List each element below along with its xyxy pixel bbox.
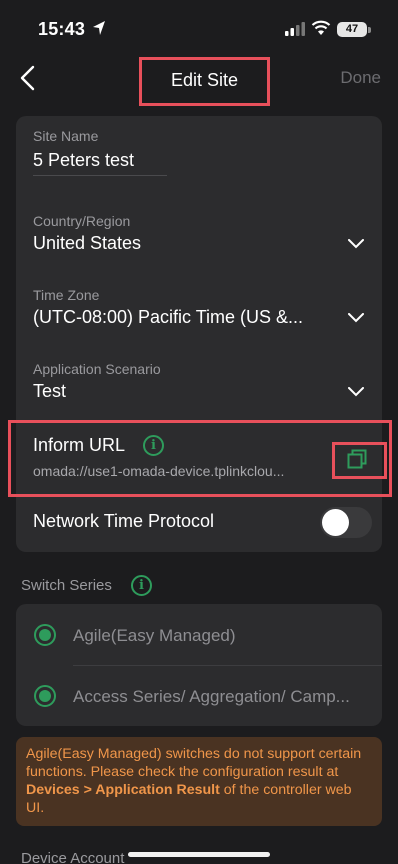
device-account-label: Device Account [21,850,125,864]
country-label: Country/Region [33,213,131,229]
ntp-toggle[interactable] [320,507,372,538]
warning-banner: Agile(Easy Managed) switches do not supp… [16,737,382,826]
info-icon[interactable]: i [131,575,152,596]
inform-url-title: Inform URL [33,435,126,455]
radio-label-agile: Agile(Easy Managed) [73,626,236,645]
inform-url-value: omada://use1-omada-device.tplinkclou... [33,463,285,479]
location-arrow-icon [93,21,105,35]
switch-series-card: Agile(Easy Managed) Access Series/ Aggre… [16,604,382,726]
scenario-label: Application Scenario [33,361,161,377]
toggle-knob [322,509,349,536]
ntp-label: Network Time Protocol [33,511,215,531]
site-name-input[interactable]: 5 Peters test [33,150,134,171]
radio-dot [39,690,51,702]
chevron-down-icon[interactable] [348,387,364,397]
switch-series-title: Switch Series [21,577,112,594]
home-indicator[interactable] [128,852,270,857]
warning-link: Devices > Application Result [26,782,220,798]
site-name-label: Site Name [33,128,99,144]
signal-icon [285,22,305,36]
back-chevron-icon[interactable] [18,65,40,91]
warning-text-1: Agile(Easy Managed) switches do not supp… [26,746,362,780]
radio-label-access: Access Series/ Aggregation/ Camp... [73,687,350,706]
done-button[interactable]: Done [340,68,381,88]
radio-access[interactable] [34,685,56,707]
wifi-icon [311,20,331,35]
radio-agile[interactable] [34,624,56,646]
radio-dot [39,629,51,641]
divider [73,665,382,666]
chevron-down-icon[interactable] [348,239,364,249]
nav-bar: Edit Site Done [0,56,398,108]
status-time: 15:43 [38,19,86,39]
chevron-down-icon[interactable] [348,313,364,323]
site-name-underline [33,175,167,176]
battery-icon: 47 [337,22,367,37]
battery-tip [368,27,371,33]
timezone-select[interactable]: (UTC-08:00) Pacific Time (US &... [33,307,303,328]
copy-icon[interactable] [346,448,368,470]
status-bar: 15:43 47 [0,0,398,56]
page-title: Edit Site [170,70,239,90]
timezone-label: Time Zone [33,287,100,303]
title-highlight: Edit Site [139,57,270,106]
country-select[interactable]: United States [33,233,141,254]
info-icon[interactable]: i [143,435,164,456]
scenario-select[interactable]: Test [33,381,66,402]
